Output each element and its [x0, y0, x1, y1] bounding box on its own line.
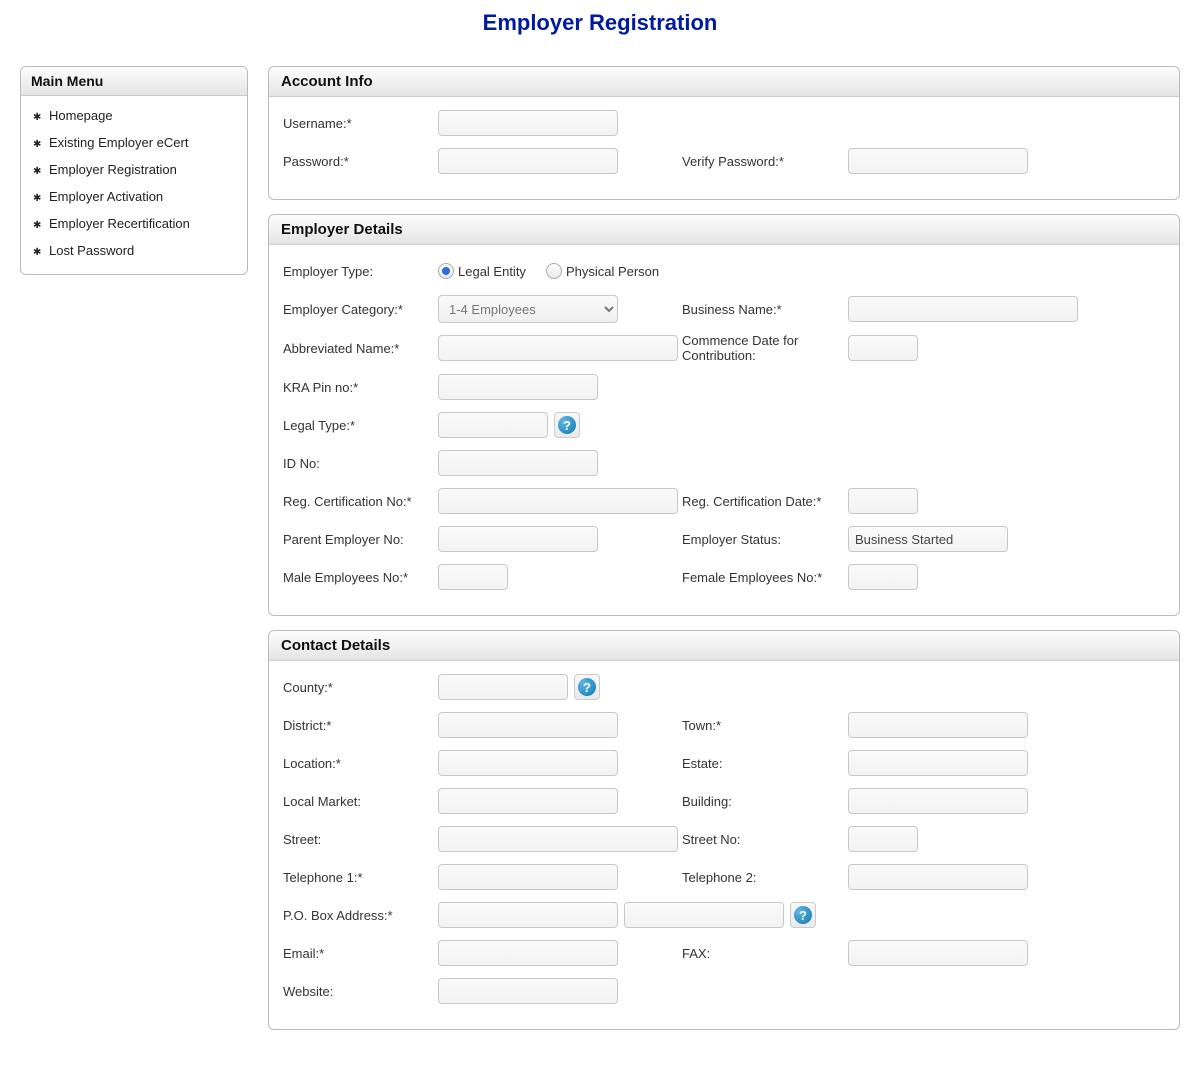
- building-input[interactable]: [848, 788, 1028, 814]
- telephone1-label: Telephone 1:*: [283, 870, 438, 885]
- town-label: Town:*: [678, 718, 848, 733]
- reg-cert-no-label: Reg. Certification No:*: [283, 494, 438, 509]
- business-name-input[interactable]: [848, 296, 1078, 322]
- legal-type-label: Legal Type:*: [283, 418, 438, 433]
- email-input[interactable]: [438, 940, 618, 966]
- employer-category-label: Employer Category:*: [283, 302, 438, 317]
- fax-input[interactable]: [848, 940, 1028, 966]
- abbreviated-name-label: Abbreviated Name:*: [283, 341, 438, 356]
- street-no-label: Street No:: [678, 832, 848, 847]
- parent-employer-input[interactable]: [438, 526, 598, 552]
- sidebar-item-label: Existing Employer eCert: [49, 135, 188, 150]
- employer-details-panel: Employer Details Employer Type: Legal En…: [268, 214, 1180, 616]
- street-label: Street:: [283, 832, 438, 847]
- sidebar-item-label: Employer Activation: [49, 189, 163, 204]
- sidebar-item-label: Lost Password: [49, 243, 134, 258]
- kra-pin-input[interactable]: [438, 374, 598, 400]
- county-label: County:*: [283, 680, 438, 695]
- employer-status-label: Employer Status:: [678, 532, 848, 547]
- website-input[interactable]: [438, 978, 618, 1004]
- account-info-header: Account Info: [269, 67, 1179, 97]
- employer-category-select[interactable]: 1-4 Employees: [438, 295, 618, 323]
- district-label: District:*: [283, 718, 438, 733]
- fax-label: FAX:: [678, 946, 848, 961]
- reg-cert-date-input[interactable]: [848, 488, 918, 514]
- male-employees-label: Male Employees No:*: [283, 570, 438, 585]
- radio-physical-person-label[interactable]: Physical Person: [546, 263, 659, 279]
- sidebar-item-existing-ecert[interactable]: Existing Employer eCert: [21, 129, 247, 156]
- website-label: Website:: [283, 984, 438, 999]
- local-market-input[interactable]: [438, 788, 618, 814]
- help-icon: ?: [794, 906, 812, 924]
- radio-physical-person[interactable]: [546, 263, 562, 279]
- id-no-input[interactable]: [438, 450, 598, 476]
- verify-password-input[interactable]: [848, 148, 1028, 174]
- female-employees-input[interactable]: [848, 564, 918, 590]
- telephone2-input[interactable]: [848, 864, 1028, 890]
- telephone1-input[interactable]: [438, 864, 618, 890]
- employer-type-label: Employer Type:: [283, 264, 438, 279]
- female-employees-label: Female Employees No:*: [678, 570, 848, 585]
- legal-type-input[interactable]: [438, 412, 548, 438]
- business-name-label: Business Name:*: [678, 302, 848, 317]
- pobox-code-input[interactable]: [624, 902, 784, 928]
- sidebar-item-employer-activation[interactable]: Employer Activation: [21, 183, 247, 210]
- legal-type-help-button[interactable]: ?: [554, 412, 580, 438]
- radio-legal-entity-text: Legal Entity: [458, 264, 526, 279]
- male-employees-input[interactable]: [438, 564, 508, 590]
- reg-cert-date-label: Reg. Certification Date:*: [678, 494, 848, 509]
- county-input[interactable]: [438, 674, 568, 700]
- radio-legal-entity[interactable]: [438, 263, 454, 279]
- kra-pin-label: KRA Pin no:*: [283, 380, 438, 395]
- location-input[interactable]: [438, 750, 618, 776]
- commence-date-label: Commence Date for Contribution:: [678, 333, 848, 363]
- estate-label: Estate:: [678, 756, 848, 771]
- username-label: Username:*: [283, 116, 438, 131]
- location-label: Location:*: [283, 756, 438, 771]
- email-label: Email:*: [283, 946, 438, 961]
- sidebar-item-employer-recertification[interactable]: Employer Recertification: [21, 210, 247, 237]
- password-input[interactable]: [438, 148, 618, 174]
- pobox-address-input[interactable]: [438, 902, 618, 928]
- id-no-label: ID No:: [283, 456, 438, 471]
- building-label: Building:: [678, 794, 848, 809]
- local-market-label: Local Market:: [283, 794, 438, 809]
- sidebar-item-label: Employer Registration: [49, 162, 177, 177]
- sidebar-item-label: Employer Recertification: [49, 216, 190, 231]
- employer-status-field: [848, 526, 1008, 552]
- street-input[interactable]: [438, 826, 678, 852]
- estate-input[interactable]: [848, 750, 1028, 776]
- sidebar-item-lost-password[interactable]: Lost Password: [21, 237, 247, 264]
- reg-cert-no-input[interactable]: [438, 488, 678, 514]
- telephone2-label: Telephone 2:: [678, 870, 848, 885]
- street-no-input[interactable]: [848, 826, 918, 852]
- account-info-panel: Account Info Username:* Password:* Verif…: [268, 66, 1180, 200]
- main-menu-header: Main Menu: [21, 67, 247, 96]
- pobox-help-button[interactable]: ?: [790, 902, 816, 928]
- employer-details-header: Employer Details: [269, 215, 1179, 245]
- sidebar-item-homepage[interactable]: Homepage: [21, 102, 247, 129]
- sidebar-item-label: Homepage: [49, 108, 113, 123]
- password-label: Password:*: [283, 154, 438, 169]
- county-help-button[interactable]: ?: [574, 674, 600, 700]
- help-icon: ?: [578, 678, 596, 696]
- contact-details-header: Contact Details: [269, 631, 1179, 661]
- abbreviated-name-input[interactable]: [438, 335, 678, 361]
- help-icon: ?: [558, 416, 576, 434]
- district-input[interactable]: [438, 712, 618, 738]
- page-title: Employer Registration: [20, 10, 1180, 36]
- username-input[interactable]: [438, 110, 618, 136]
- town-input[interactable]: [848, 712, 1028, 738]
- pobox-label: P.O. Box Address:*: [283, 908, 438, 923]
- sidebar-item-employer-registration[interactable]: Employer Registration: [21, 156, 247, 183]
- parent-employer-label: Parent Employer No:: [283, 532, 438, 547]
- verify-password-label: Verify Password:*: [678, 154, 848, 169]
- main-menu-panel: Main Menu Homepage Existing Employer eCe…: [20, 66, 248, 275]
- radio-physical-person-text: Physical Person: [566, 264, 659, 279]
- commence-date-input[interactable]: [848, 335, 918, 361]
- contact-details-panel: Contact Details County:* ? District:*: [268, 630, 1180, 1030]
- radio-legal-entity-label[interactable]: Legal Entity: [438, 263, 526, 279]
